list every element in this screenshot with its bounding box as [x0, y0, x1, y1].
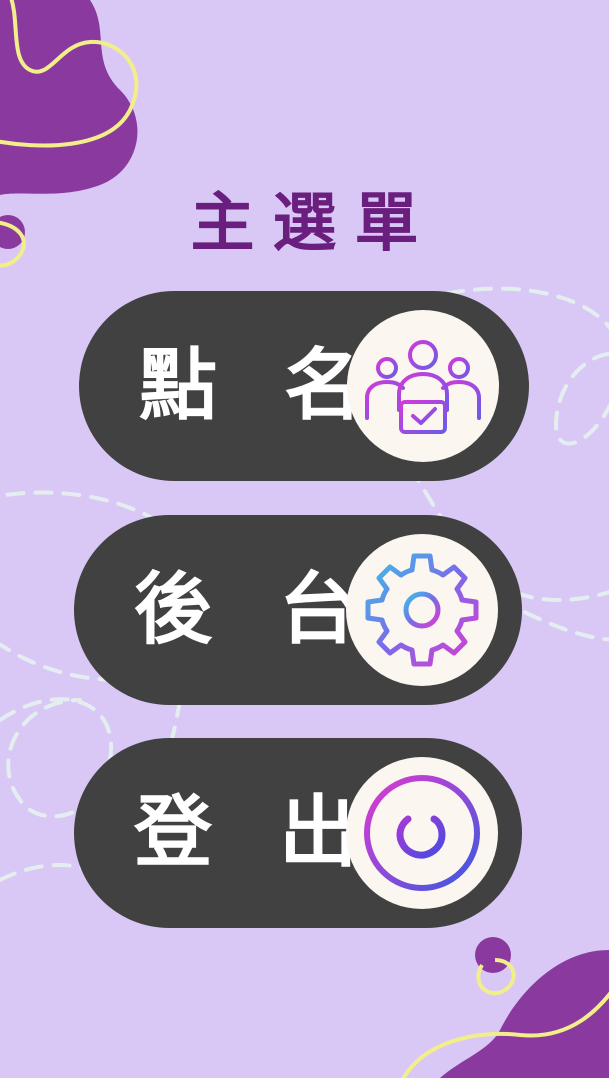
power-icon: [346, 757, 498, 909]
logout-button[interactable]: 登 出: [74, 738, 522, 928]
attendance-button[interactable]: 點 名: [79, 291, 529, 481]
backend-button-label: 後 台: [134, 565, 378, 655]
gear-icon: [346, 534, 498, 686]
logout-button-label: 登 出: [134, 788, 378, 878]
backend-button[interactable]: 後 台: [74, 515, 522, 705]
main-menu-screen: 主選單 點 名 後 台 登 出: [0, 0, 609, 1078]
attendance-button-label: 點 名: [139, 341, 383, 431]
page-title: 主選單: [190, 187, 437, 261]
people-check-icon: [347, 310, 499, 462]
